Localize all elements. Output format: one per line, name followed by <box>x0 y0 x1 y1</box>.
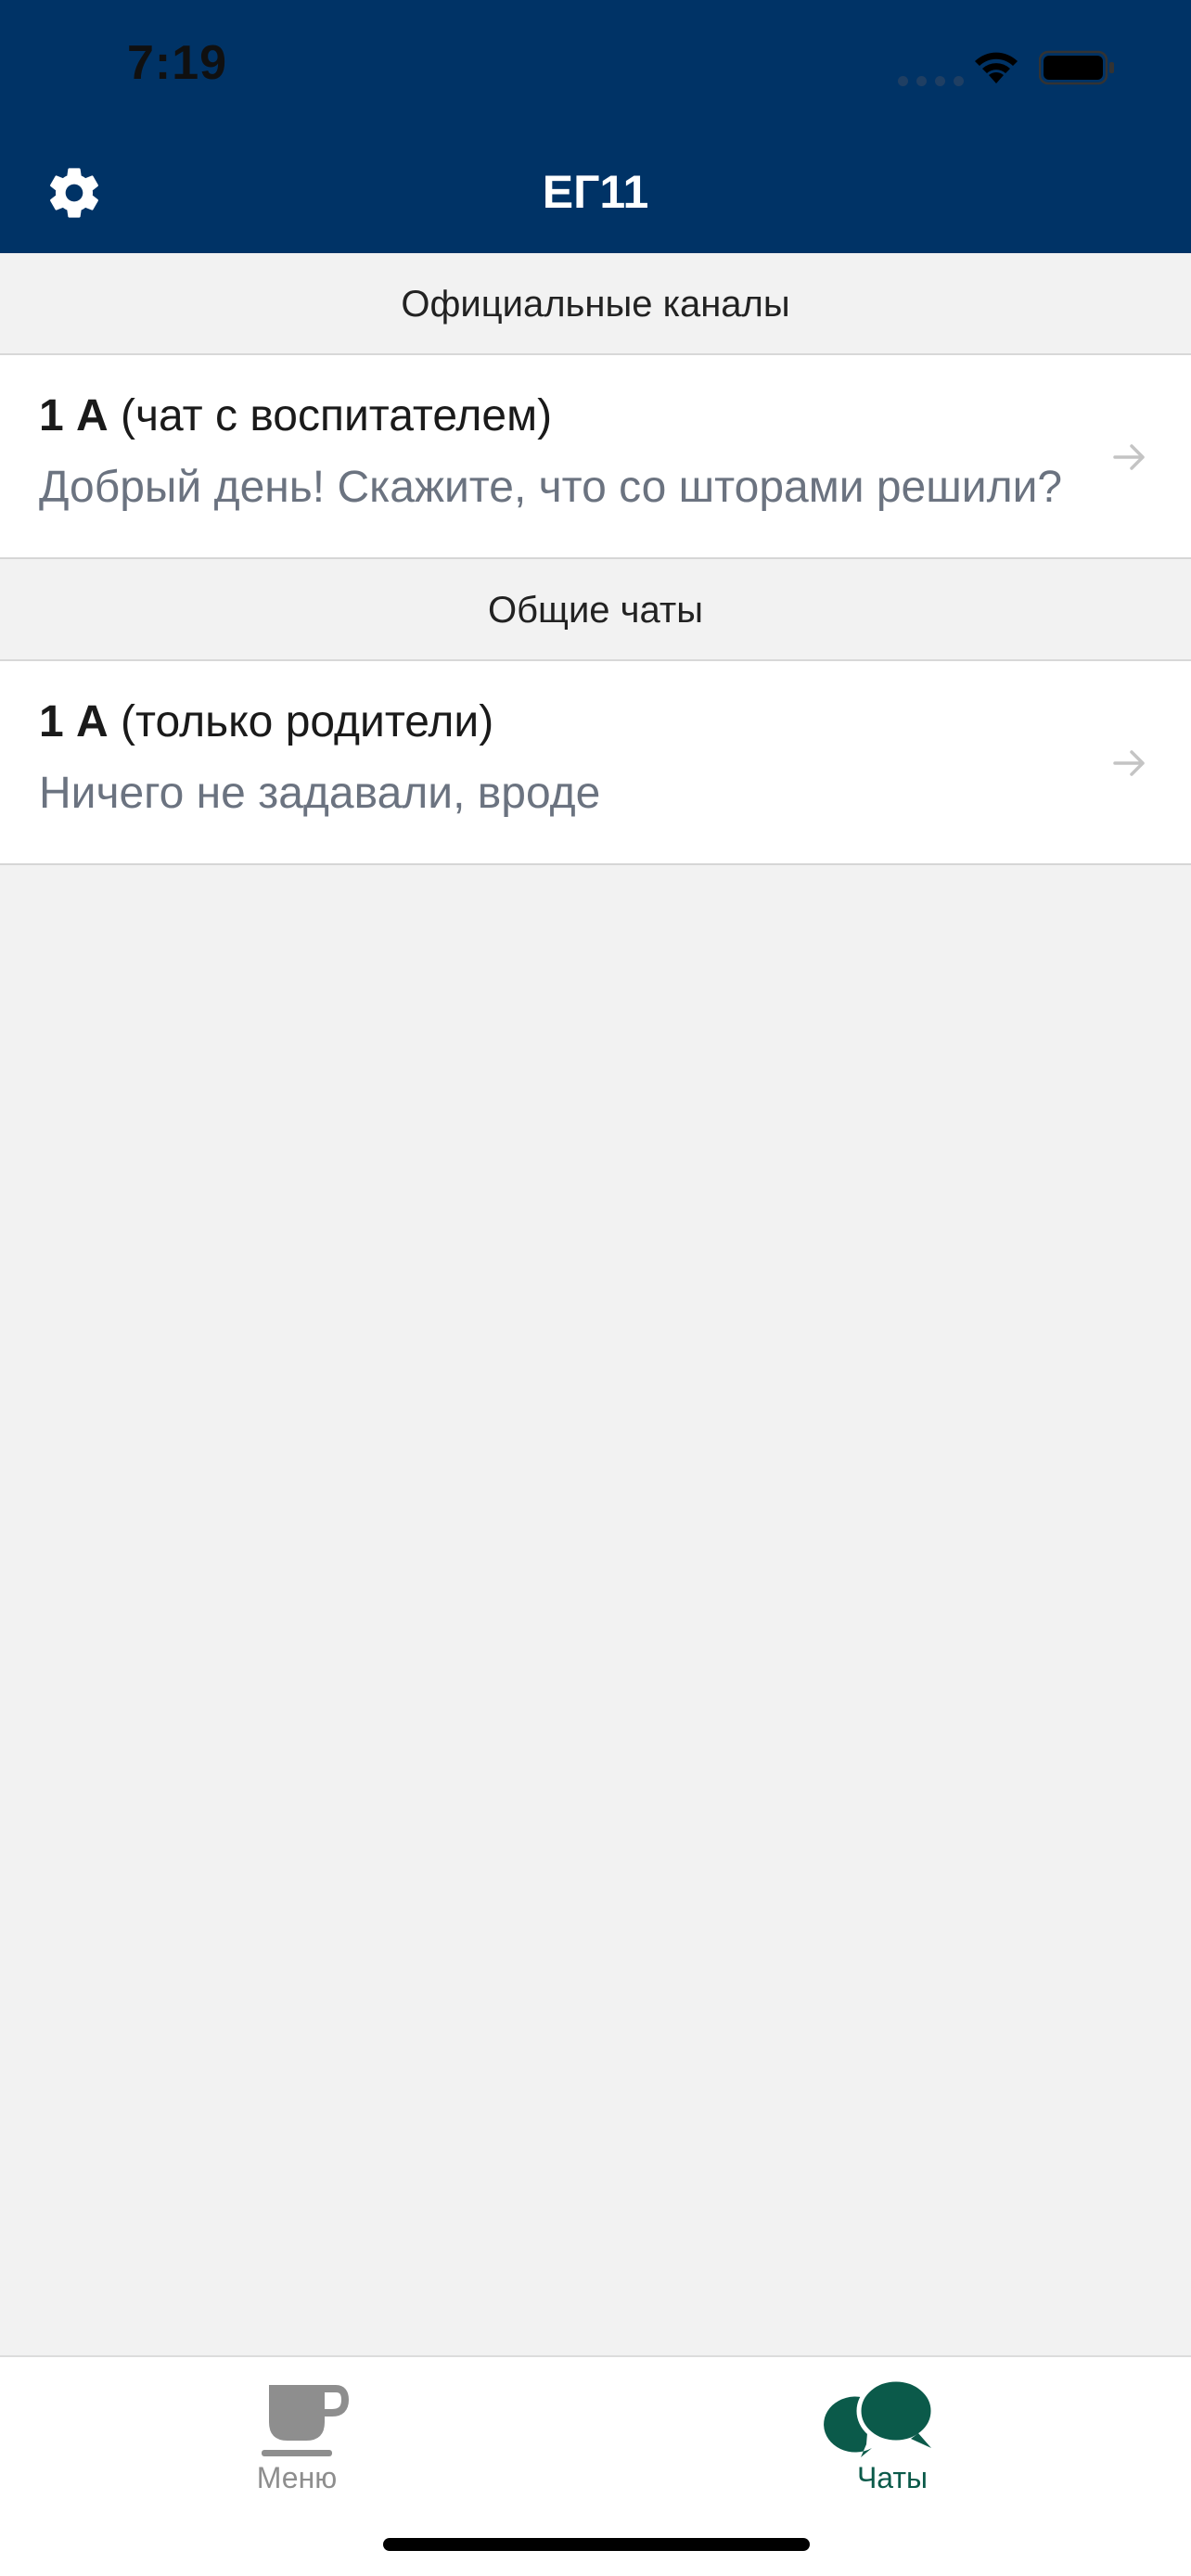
app-header: 7:19 ЕГ11 <box>0 0 1191 253</box>
battery-icon <box>1039 50 1114 85</box>
tab-label: Чаты <box>856 2461 928 2494</box>
home-indicator <box>383 2538 810 2551</box>
page-title: ЕГ11 <box>542 166 649 218</box>
arrow-right-icon <box>1113 444 1145 470</box>
tab-label: Меню <box>256 2461 338 2494</box>
chat-bubbles-icon <box>824 2377 936 2457</box>
chat-last-message: Ничего не задавали, вроде <box>39 769 601 818</box>
section-header-common: Общие чаты <box>0 559 1191 661</box>
section-header-official: Официальные каналы <box>0 253 1191 355</box>
cup-icon <box>262 2385 350 2456</box>
status-time: 7:19 <box>127 36 228 90</box>
arrow-right-icon <box>1113 750 1145 776</box>
wifi-icon <box>975 52 1018 83</box>
tab-menu[interactable]: Меню <box>111 2357 482 2506</box>
chat-title: 1 А (только родители) <box>39 697 494 746</box>
chat-row-teacher[interactable]: 1 А (чат с воспитателем) Добрый день! Ск… <box>0 355 1191 559</box>
chat-last-message: Добрый день! Скажите, что со шторами реш… <box>39 463 1063 512</box>
cellular-signal-icon <box>898 76 964 86</box>
tab-chats[interactable]: Чаты <box>707 2357 1078 2506</box>
chat-row-parents[interactable]: 1 А (только родители) Ничего не задавали… <box>0 661 1191 865</box>
chat-title: 1 А (чат с воспитателем) <box>39 391 553 440</box>
